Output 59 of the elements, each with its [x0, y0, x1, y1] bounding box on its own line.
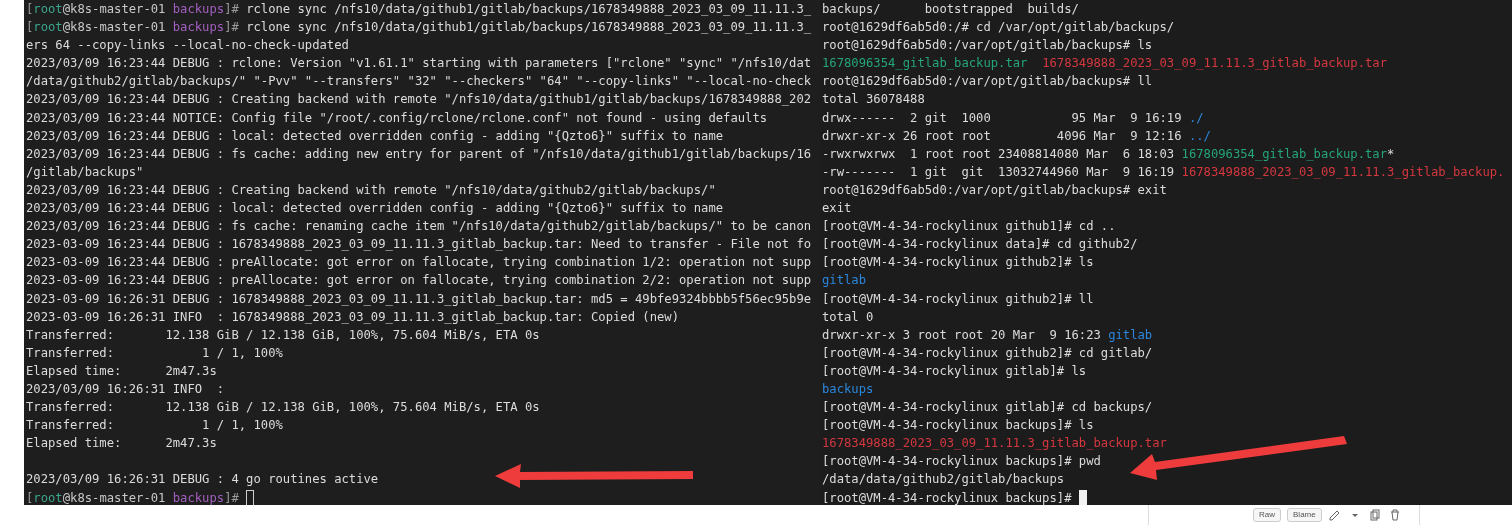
terminal-line: drwxr-xr-x 26 root root 4096 Mar 9 12:16 ../ — [822, 127, 1211, 145]
terminal-line: 2023-03-09 16:26:31 INFO : 1678349888_2023_03_09_11.11.3_gitlab_backup.tar: Copied (new) — [26, 308, 680, 326]
toolbar-button[interactable]: Raw — [1253, 508, 1281, 522]
terminal-line: Transferred: 1 / 1, 100% — [26, 417, 283, 435]
terminal-line: [root@VM-4-34-rockylinux backups]# ls — [822, 417, 1094, 435]
terminal-line: 1678096354_gitlab_backup.tar 1678349888_2023_03_09_11.11.3_gitlab_backup.tar — [822, 55, 1387, 73]
terminal-line: Transferred: 12.138 GiB / 12.138 GiB, 100%, 75.604 MiB/s, ETA 0s — [26, 399, 540, 417]
terminal-line: [root@VM-4-34-rockylinux github2]# ll — [822, 290, 1094, 308]
terminal-line: root@1629df6ab5d0:/var/opt/gitlab/backups# exit — [822, 181, 1167, 199]
terminal-line: Elapsed time: 2m47.3s — [26, 362, 217, 380]
terminal-line: total 36078488 — [822, 91, 925, 109]
terminal-line: 2023/03/09 16:26:31 INFO : — [26, 380, 225, 398]
terminal-line: [root@k8s-master-01 backups]# rclone sync /nfs10/data/github1/gitlab/backups/1678349888_2023_03_09_11.11.3_ — [26, 1, 812, 18]
terminal-line: [root@VM-4-34-rockylinux gitlab]# cd backups/ — [822, 399, 1153, 417]
terminal-line: -rw------- 1 git git 13032744960 Mar 9 16:19 1678349888_2023_03_09_11.11.3_gitlab_backup. — [822, 163, 1505, 181]
terminal-line: [root@k8s-master-01 backups]# — [26, 489, 240, 505]
terminal-line: ers 64 --copy-links --local-no-check-updated — [26, 37, 349, 55]
terminal-line: backups/ bootstrapped builds/ — [822, 1, 1079, 18]
terminal-line: [root@VM-4-34-rockylinux github2]# ls — [822, 254, 1094, 272]
terminal-line: Transferred: 12.138 GiB / 12.138 GiB, 100%, 75.604 MiB/s, ETA 0s — [26, 326, 540, 344]
terminal-line: Elapsed time: 2m47.3s — [26, 435, 217, 453]
terminal-line: 2023/03/09 16:23:44 DEBUG : local: detected overridden config - adding "{Qzto6}" suffix to name — [26, 200, 724, 218]
terminal-line: 2023/03/09 16:23:44 DEBUG : rclone: Version "v1.61.1" starting with parameters ["rclone" "sync" "/nfs10/dat — [26, 55, 812, 73]
terminal-line: 2023-03-09 16:23:44 DEBUG : 1678349888_2023_03_09_11.11.3_gitlab_backup.tar: Need to transfer - File not fo — [26, 236, 812, 254]
terminal-line: [root@k8s-master-01 backups]# rclone sync /nfs10/data/github1/gitlab/backups/1678349888_2023_03_09_11.11.3_ — [26, 19, 812, 37]
terminal-line: backups — [822, 380, 874, 398]
pencil-icon[interactable] — [1327, 508, 1342, 522]
terminal-line: root@1629df6ab5d0:/var/opt/gitlab/backups# ll — [822, 73, 1153, 91]
copy-icon[interactable] — [1367, 508, 1382, 522]
toolbar-button[interactable]: Blame — [1287, 508, 1322, 522]
terminal-line: [root@VM-4-34-rockylinux backups]# pwd — [822, 453, 1101, 471]
terminal-line: gitlab — [822, 272, 867, 290]
terminal-line: [root@VM-4-34-rockylinux gitlab]# ls — [822, 362, 1087, 380]
terminal-line: total 0 — [822, 308, 874, 326]
terminal-line: root@1629df6ab5d0:/var/opt/gitlab/backups# ls — [822, 37, 1153, 55]
terminal-line: 2023/03/09 16:23:44 DEBUG : Creating backend with remote "/nfs10/data/github1/gitlab/backups/1678349888_202 — [26, 91, 812, 109]
terminal-line: 2023-03-09 16:23:44 DEBUG : preAllocate: got error on fallocate, trying combination 2/2: operation not supp — [26, 272, 812, 290]
terminal-line: 2023/03/09 16:23:44 DEBUG : Creating backend with remote "/nfs10/data/github2/gitlab/backups/" — [26, 181, 716, 199]
terminal-line: 2023/03/09 16:23:44 DEBUG : local: detected overridden config - adding "{Qzto6}" suffix to name — [26, 127, 724, 145]
terminal-line: 2023/03/09 16:23:44 DEBUG : fs cache: adding new entry for parent of "/nfs10/data/github1/gitlab/backups/16 — [26, 145, 812, 163]
terminal-line: [root@VM-4-34-rockylinux backups]# — [822, 489, 1073, 505]
terminal-line: drwxr-xr-x 3 root root 20 Mar 9 16:23 gitlab — [822, 326, 1153, 344]
terminal-line: 2023/03/09 16:23:44 NOTICE: Config file "/root/.config/rclone/rclone.conf" not found - using defaults — [26, 109, 768, 127]
terminal-line: -rwxrwxrwx 1 root root 23408814080 Mar 6 18:03 1678096354_gitlab_backup.tar* — [822, 145, 1395, 163]
terminal-line: /data/data/github2/gitlab/backups — [822, 471, 1065, 489]
terminal-line: root@1629df6ab5d0:/# cd /var/opt/gitlab/backups/ — [822, 19, 1175, 37]
terminal-line: [root@VM-4-34-rockylinux github2]# cd gitlab/ — [822, 344, 1153, 362]
terminal-line: [root@VM-4-34-rockylinux data]# cd github2/ — [822, 236, 1138, 254]
terminal-line: 2023/03/09 16:26:31 DEBUG : 4 go routines active — [26, 471, 379, 489]
terminal-line: 1678349888_2023_03_09_11.11.3_gitlab_backup.tar — [822, 435, 1167, 453]
terminal-line: Transferred: 1 / 1, 100% — [26, 344, 283, 362]
terminal-line: 2023-03-09 16:26:31 DEBUG : 1678349888_2023_03_09_11.11.3_gitlab_backup.tar: md5 = 49bfe9324bbbb5f56ec95b9e — [26, 290, 812, 308]
terminal-line: /data/github2/gitlab/backups/" "-Pvv" "--transfers" "32" "--checkers" "64" "--copy-links" "--local-no-check — [26, 73, 812, 91]
terminal-line: /gitlab/backups" — [26, 163, 144, 181]
terminal-line: drwx------ 2 git 1000 95 Mar 9 16:19 ./ — [822, 109, 1204, 127]
terminal-line: 2023/03/09 16:23:44 DEBUG : fs cache: renaming cache item "/nfs10/data/github2/gitlab/backups/" to be canon — [26, 218, 812, 236]
terminal-line: exit — [822, 200, 852, 218]
terminal-line: 2023-03-09 16:23:44 DEBUG : preAllocate: got error on fallocate, trying combination 1/2: operation not supp — [26, 254, 812, 272]
terminal-line: [root@VM-4-34-rockylinux github1]# cd .. — [822, 218, 1116, 236]
